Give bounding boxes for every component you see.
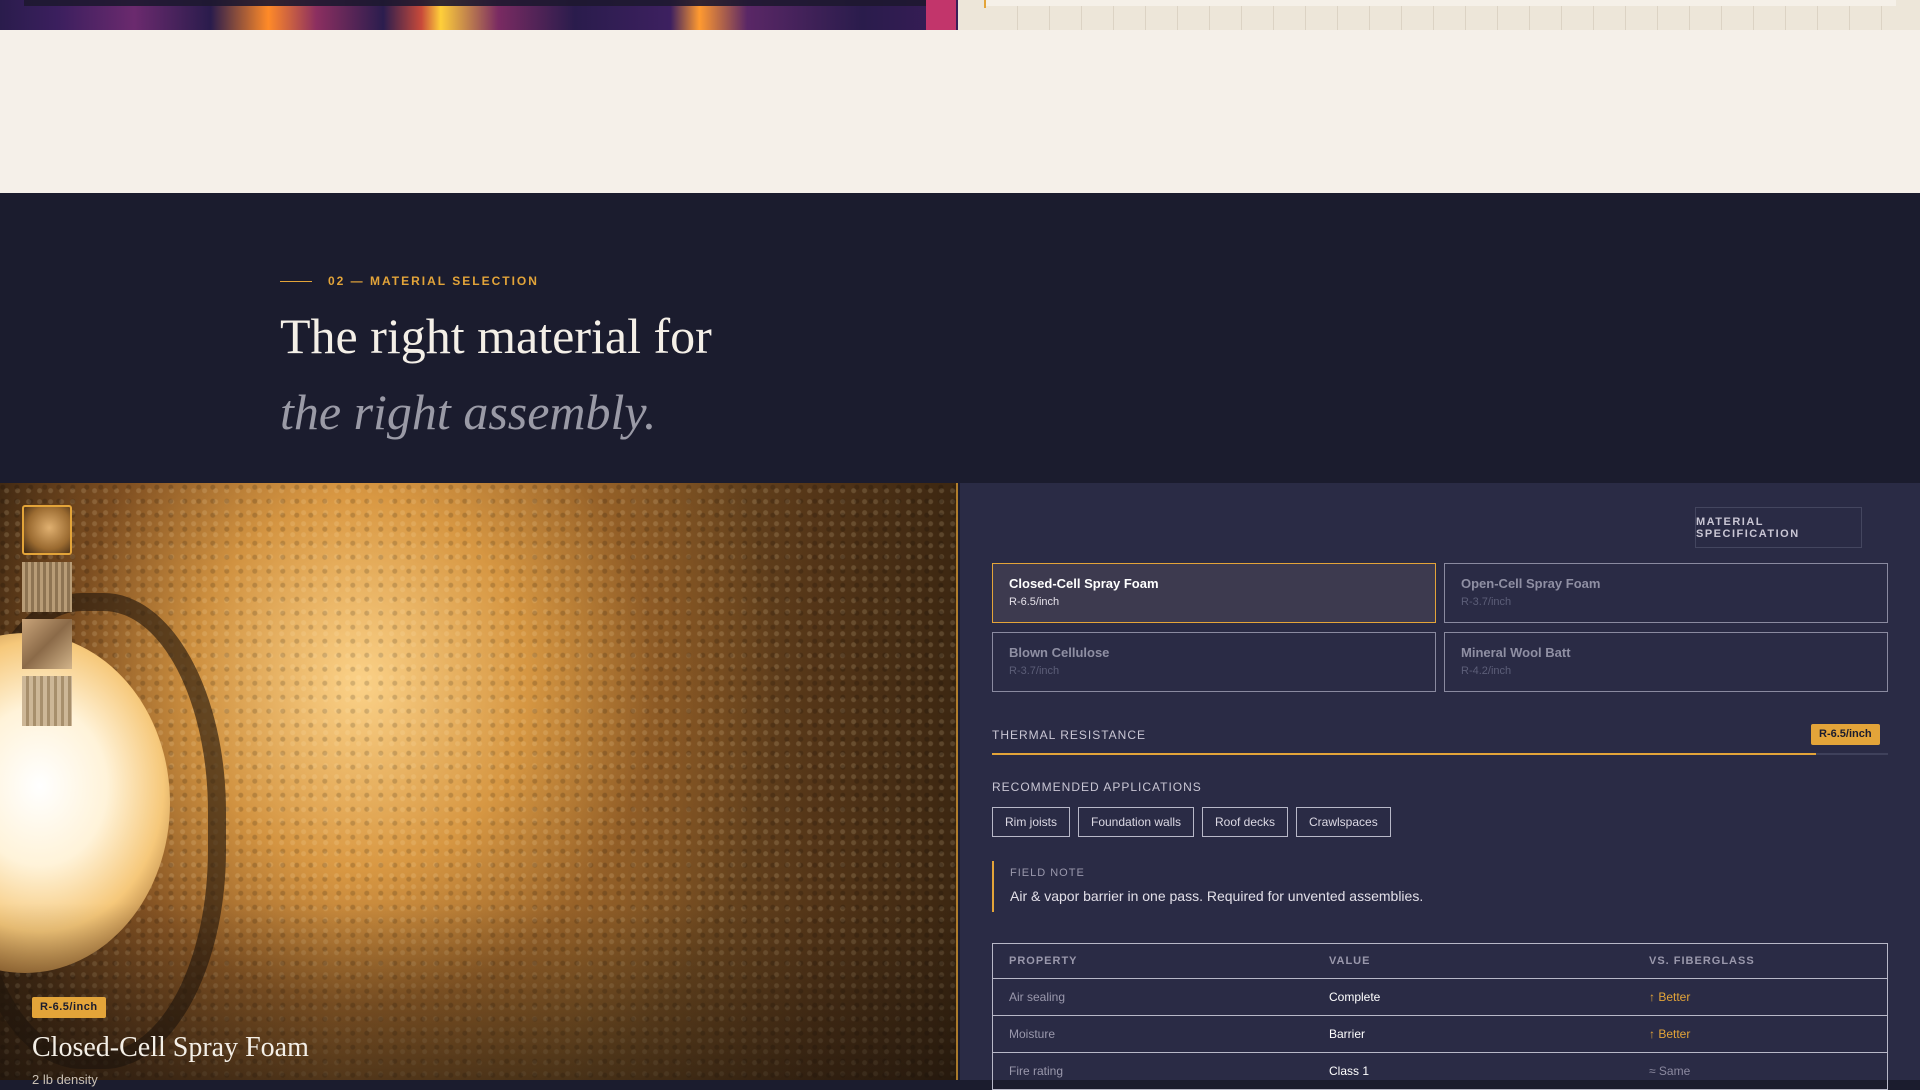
section-heading-line-1: The right material for bbox=[280, 308, 712, 364]
mineral-wool-thumbnail[interactable] bbox=[22, 676, 72, 726]
material-card-name: Closed-Cell Spray Foam bbox=[1009, 576, 1159, 591]
cellulose-thumbnail[interactable] bbox=[22, 619, 72, 669]
table-header-row: PROPERTY VALUE VS. FIBERGLASS bbox=[992, 943, 1888, 979]
section-heading-line-2: the right assembly. bbox=[280, 384, 657, 440]
material-card-name: Mineral Wool Batt bbox=[1461, 645, 1571, 660]
chart-marker bbox=[984, 0, 986, 8]
table-row: Fire rating Class 1 ≈ Same bbox=[992, 1052, 1888, 1090]
table-cell-value: Class 1 bbox=[1313, 1052, 1633, 1090]
material-card-open-cell[interactable]: Open-Cell Spray Foam R-3.7/inch bbox=[1444, 563, 1888, 623]
table-row: Air sealing Complete ↑ Better bbox=[992, 978, 1888, 1016]
thermal-resistance-badge: R-6.5/inch bbox=[1811, 724, 1880, 745]
thermal-image-frame bbox=[24, 0, 936, 6]
application-tag-roof-decks[interactable]: Roof decks bbox=[1202, 807, 1289, 837]
material-photo bbox=[0, 483, 958, 1080]
material-card-r-value: R-3.7/inch bbox=[1009, 665, 1060, 677]
chart-plot-area bbox=[986, 0, 1896, 6]
wood-batt-thumbnail[interactable] bbox=[22, 562, 72, 612]
table-row: Moisture Barrier ↑ Better bbox=[992, 1015, 1888, 1053]
spray-foam-thumbnail[interactable] bbox=[22, 505, 72, 555]
material-card-name: Open-Cell Spray Foam bbox=[1461, 576, 1601, 591]
material-card-r-value: R-3.7/inch bbox=[1461, 596, 1512, 608]
table-cell-comparison: ↑ Better bbox=[1633, 1015, 1888, 1053]
column-header-property: PROPERTY bbox=[992, 943, 1313, 979]
application-tag-crawlspaces[interactable]: Crawlspaces bbox=[1296, 807, 1391, 837]
photo-r-value-badge: R-6.5/inch bbox=[32, 997, 106, 1018]
material-card-r-value: R-4.2/inch bbox=[1461, 665, 1512, 677]
recommended-applications-label: RECOMMENDED APPLICATIONS bbox=[992, 780, 1202, 794]
thermal-resistance-label: THERMAL RESISTANCE bbox=[992, 728, 1147, 742]
eyebrow-rule bbox=[280, 281, 312, 282]
table-cell-value: Complete bbox=[1313, 978, 1633, 1016]
table-cell-property: Air sealing bbox=[992, 978, 1313, 1016]
photo-material-title: Closed-Cell Spray Foam bbox=[32, 1032, 309, 1063]
material-card-cellulose[interactable]: Blown Cellulose R-3.7/inch bbox=[992, 632, 1436, 692]
section-spacer bbox=[0, 30, 1920, 193]
material-specification-label: MATERIAL SPECIFICATION bbox=[1695, 507, 1862, 548]
table-cell-comparison: ↑ Better bbox=[1633, 978, 1888, 1016]
material-card-name: Blown Cellulose bbox=[1009, 645, 1110, 660]
table-cell-property: Fire rating bbox=[992, 1052, 1313, 1090]
thermal-image-edge bbox=[926, 0, 956, 30]
material-card-closed-cell[interactable]: Closed-Cell Spray Foam R-6.5/inch bbox=[992, 563, 1436, 623]
field-note-text: Air & vapor barrier in one pass. Require… bbox=[1010, 888, 1424, 904]
property-comparison-table: PROPERTY VALUE VS. FIBERGLASS Air sealin… bbox=[992, 943, 1888, 1090]
section-eyebrow: 02 — MATERIAL SELECTION bbox=[328, 274, 539, 288]
application-tag-rim-joists[interactable]: Rim joists bbox=[992, 807, 1071, 837]
application-tag-foundation-walls[interactable]: Foundation walls bbox=[1078, 807, 1195, 837]
column-header-vs-fiberglass: VS. FIBERGLASS bbox=[1633, 943, 1888, 979]
material-card-mineral-wool[interactable]: Mineral Wool Batt R-4.2/inch bbox=[1444, 632, 1888, 692]
material-card-r-value: R-6.5/inch bbox=[1009, 596, 1060, 608]
table-cell-value: Barrier bbox=[1313, 1015, 1633, 1053]
table-cell-property: Moisture bbox=[992, 1015, 1313, 1053]
photo-accent-edge bbox=[956, 483, 958, 1080]
thermal-resistance-fill bbox=[992, 753, 1817, 755]
field-note-label: FIELD NOTE bbox=[1010, 867, 1085, 879]
column-header-value: VALUE bbox=[1313, 943, 1633, 979]
table-cell-comparison: ≈ Same bbox=[1633, 1052, 1888, 1090]
field-note-accent-bar bbox=[992, 861, 994, 912]
